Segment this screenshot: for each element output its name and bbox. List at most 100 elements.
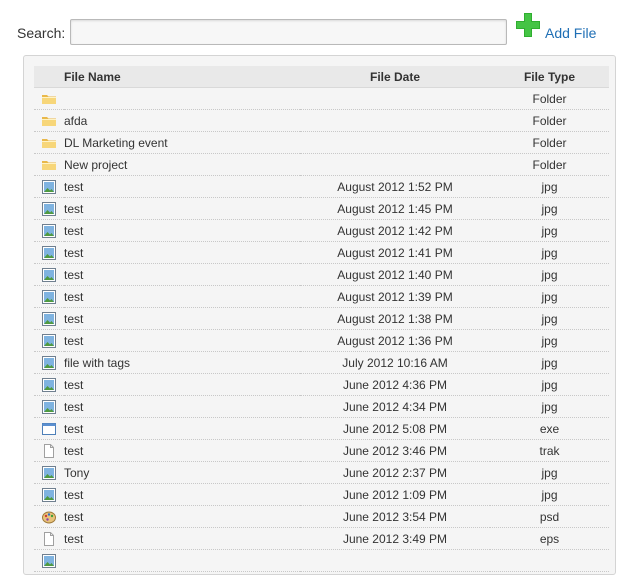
table-row[interactable]: afda Folder	[34, 109, 609, 132]
file-name-cell[interactable]	[64, 87, 300, 110]
file-name-cell[interactable]: test	[64, 527, 300, 550]
table-row[interactable]: Tony June 2012 2:37 PM jpg	[34, 461, 609, 484]
file-date-cell: August 2012 1:41 PM	[300, 241, 490, 264]
table-row[interactable]: test June 2012 5:08 PM exe	[34, 417, 609, 440]
table-row[interactable]: test June 2012 3:46 PM trak	[34, 439, 609, 462]
image-icon	[41, 201, 57, 217]
file-name-cell[interactable]: test	[64, 263, 300, 286]
image-icon	[41, 553, 57, 569]
row-icon-cell	[34, 175, 64, 198]
table-row[interactable]: test June 2012 3:49 PM eps	[34, 527, 609, 550]
file-name-cell[interactable]: file with tags	[64, 351, 300, 374]
file-type-cell: exe	[490, 417, 609, 440]
table-row[interactable]: test August 2012 1:36 PM jpg	[34, 329, 609, 352]
row-icon-cell	[34, 285, 64, 308]
row-icon-cell	[34, 87, 64, 110]
table-row[interactable]: test August 2012 1:45 PM jpg	[34, 197, 609, 220]
table-row[interactable]: test August 2012 1:40 PM jpg	[34, 263, 609, 286]
table-row[interactable]: DL Marketing event Folder	[34, 131, 609, 154]
table-row[interactable]: test June 2012 4:34 PM jpg	[34, 395, 609, 418]
file-date-cell	[300, 549, 490, 572]
file-table: File Name File Date File Type Folder afda…	[34, 66, 609, 572]
folder-icon	[41, 157, 57, 173]
folder-icon	[41, 113, 57, 129]
row-icon-cell	[34, 241, 64, 264]
image-icon	[41, 377, 57, 393]
file-name-cell[interactable]: test	[64, 395, 300, 418]
file-date-cell: June 2012 4:36 PM	[300, 373, 490, 396]
row-icon-cell	[34, 329, 64, 352]
table-row[interactable]: test August 2012 1:52 PM jpg	[34, 175, 609, 198]
file-date-cell	[300, 109, 490, 132]
file-name-cell[interactable]: test	[64, 285, 300, 308]
image-icon	[41, 355, 57, 371]
file-type-cell: Folder	[490, 131, 609, 154]
table-row[interactable]: test August 2012 1:38 PM jpg	[34, 307, 609, 330]
image-icon	[41, 333, 57, 349]
file-name-cell[interactable]: test	[64, 373, 300, 396]
row-icon-cell	[34, 395, 64, 418]
file-type-cell: jpg	[490, 373, 609, 396]
file-name-cell[interactable]: test	[64, 175, 300, 198]
file-type-cell: trak	[490, 439, 609, 462]
row-icon-cell	[34, 263, 64, 286]
file-name-cell[interactable]: test	[64, 219, 300, 242]
header-file-type[interactable]: File Type	[490, 66, 609, 88]
table-row[interactable]: test August 2012 1:39 PM jpg	[34, 285, 609, 308]
file-name-cell[interactable]: afda	[64, 109, 300, 132]
file-type-cell: eps	[490, 527, 609, 550]
file-type-cell: jpg	[490, 175, 609, 198]
file-type-cell: jpg	[490, 241, 609, 264]
row-icon-cell	[34, 549, 64, 572]
table-row[interactable]: New project Folder	[34, 153, 609, 176]
table-row[interactable]: test August 2012 1:42 PM jpg	[34, 219, 609, 242]
table-row[interactable]: test August 2012 1:41 PM jpg	[34, 241, 609, 264]
plus-icon	[516, 13, 540, 37]
search-input[interactable]	[70, 19, 507, 45]
image-icon	[41, 245, 57, 261]
folder-icon	[41, 135, 57, 151]
header-file-date[interactable]: File Date	[300, 66, 490, 88]
file-type-cell: jpg	[490, 329, 609, 352]
file-date-cell: June 2012 1:09 PM	[300, 483, 490, 506]
file-name-cell[interactable]: test	[64, 307, 300, 330]
file-type-cell: jpg	[490, 307, 609, 330]
file-name-cell[interactable]: test	[64, 483, 300, 506]
file-type-cell	[490, 549, 609, 572]
file-name-cell[interactable]: test	[64, 241, 300, 264]
table-row[interactable]: file with tags July 2012 10:16 AM jpg	[34, 351, 609, 374]
file-date-cell: June 2012 3:54 PM	[300, 505, 490, 528]
file-date-cell: August 2012 1:45 PM	[300, 197, 490, 220]
table-row[interactable]	[34, 549, 609, 572]
header-file-name[interactable]: File Name	[64, 66, 300, 88]
image-icon	[41, 311, 57, 327]
table-row[interactable]: Folder	[34, 87, 609, 110]
file-name-cell[interactable]: test	[64, 505, 300, 528]
row-icon-cell	[34, 307, 64, 330]
table-row[interactable]: test June 2012 4:36 PM jpg	[34, 373, 609, 396]
file-name-cell[interactable]: Tony	[64, 461, 300, 484]
file-name-cell[interactable]: test	[64, 417, 300, 440]
file-name-cell[interactable]: New project	[64, 153, 300, 176]
image-icon	[41, 179, 57, 195]
file-date-cell	[300, 153, 490, 176]
table-header-row: File Name File Date File Type	[34, 66, 609, 88]
table-row[interactable]: test June 2012 1:09 PM jpg	[34, 483, 609, 506]
image-icon	[41, 223, 57, 239]
file-name-cell[interactable]: test	[64, 439, 300, 462]
file-name-cell[interactable]: DL Marketing event	[64, 131, 300, 154]
image-icon	[41, 399, 57, 415]
header-icon-column	[34, 66, 64, 88]
file-date-cell: August 2012 1:42 PM	[300, 219, 490, 242]
file-name-cell[interactable]: test	[64, 197, 300, 220]
image-icon	[41, 267, 57, 283]
row-icon-cell	[34, 439, 64, 462]
file-name-cell[interactable]: test	[64, 329, 300, 352]
window-icon	[41, 421, 57, 437]
row-icon-cell	[34, 351, 64, 374]
file-name-cell[interactable]	[64, 549, 300, 572]
file-date-cell: June 2012 5:08 PM	[300, 417, 490, 440]
file-type-cell: psd	[490, 505, 609, 528]
table-row[interactable]: test June 2012 3:54 PM psd	[34, 505, 609, 528]
row-icon-cell	[34, 373, 64, 396]
